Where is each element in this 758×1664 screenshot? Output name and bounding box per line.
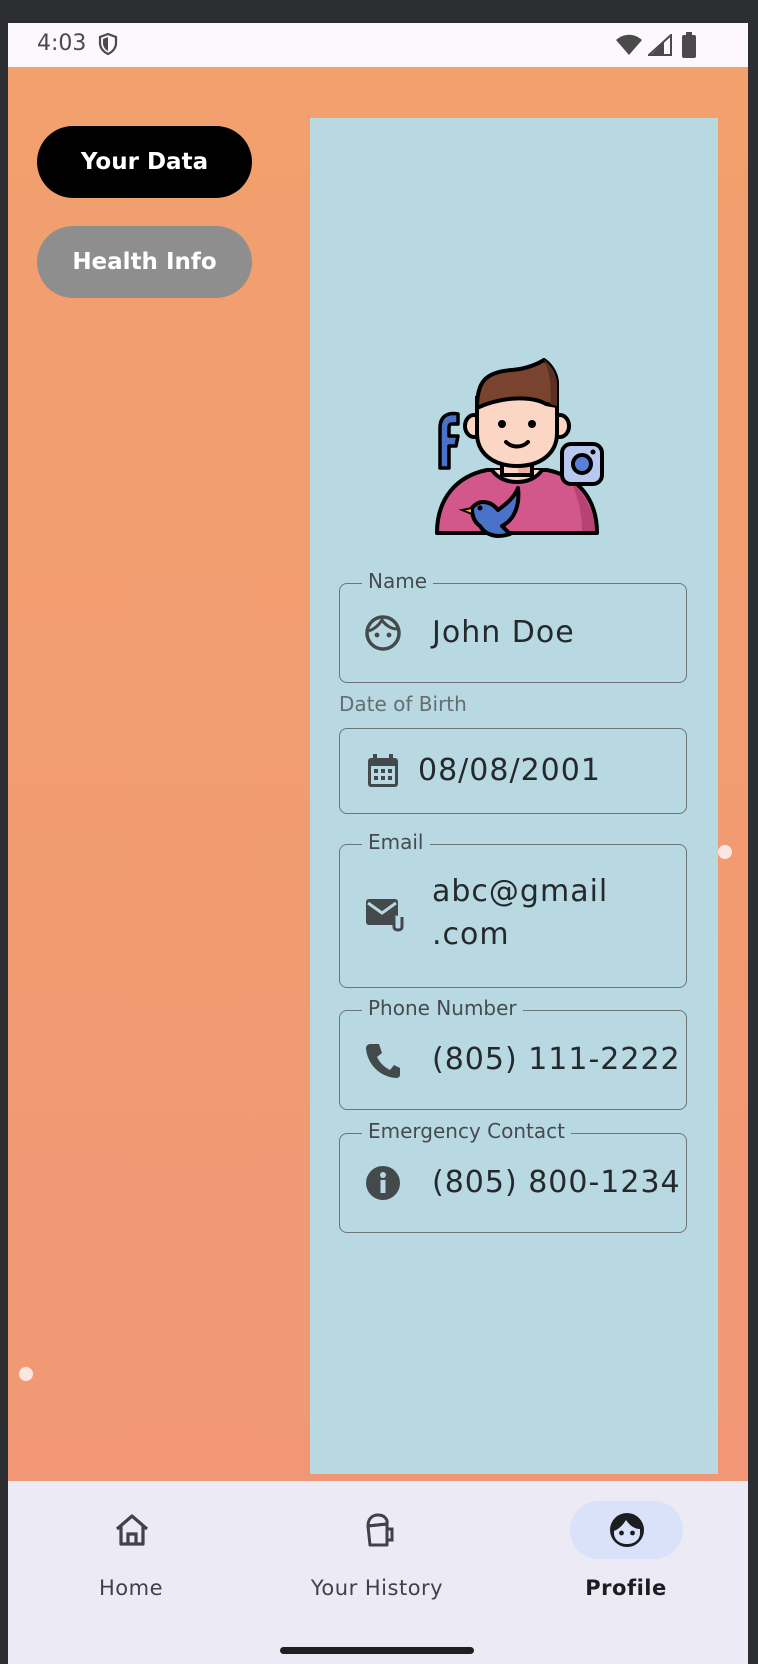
- dob-value: 08/08/2001: [418, 753, 601, 788]
- mail-attachment-icon: [366, 899, 404, 932]
- email-label: Email: [362, 830, 430, 854]
- shield-icon: [98, 32, 118, 56]
- battery-icon: [682, 32, 696, 58]
- app-screen: 4:03 Your Data Health Info Name John Doe…: [8, 23, 748, 1664]
- pager-dot: [718, 845, 732, 859]
- history-icon: [366, 1513, 394, 1547]
- info-icon: [366, 1166, 400, 1200]
- status-bar: 4:03: [8, 23, 748, 67]
- main-content: Your Data Health Info Name John Doe Date…: [8, 67, 748, 1481]
- calendar-icon: [368, 754, 398, 787]
- face-icon: [610, 1513, 644, 1547]
- emergency-contact-field[interactable]: Emergency Contact (805) 800-1234: [339, 1119, 687, 1233]
- phone-value: (805) 111-2222: [432, 1042, 681, 1077]
- status-time: 4:03: [37, 31, 87, 56]
- wifi-icon: [616, 34, 642, 55]
- dob-field[interactable]: 08/08/2001: [339, 728, 687, 814]
- pager-dot: [19, 1367, 33, 1381]
- phone-icon: [366, 1044, 400, 1078]
- gesture-home-indicator[interactable]: [280, 1647, 474, 1654]
- health-info-button[interactable]: Health Info: [37, 226, 252, 298]
- your-data-button[interactable]: Your Data: [37, 126, 252, 198]
- name-label: Name: [362, 569, 434, 593]
- email-value-line2: .com: [432, 917, 510, 952]
- nav-label-your-history: Your History: [310, 1576, 444, 1600]
- name-field[interactable]: Name John Doe: [339, 569, 687, 683]
- nav-label-home: Home: [98, 1576, 163, 1600]
- profile-card: Name John Doe Date of Birth 08/08/2001 E…: [310, 118, 718, 1474]
- email-field[interactable]: Email abc@gmail .com: [339, 830, 687, 988]
- name-value: John Doe: [432, 615, 575, 650]
- nav-item-your-history[interactable]: Your History: [287, 1501, 467, 1621]
- phone-label: Phone Number: [362, 996, 523, 1020]
- bottom-navigation: Home Your History Profile: [8, 1481, 748, 1664]
- home-icon: [115, 1514, 149, 1546]
- nav-item-profile[interactable]: Profile: [536, 1501, 716, 1621]
- dob-label: Date of Birth: [339, 692, 467, 716]
- email-value-line1: abc@gmail: [432, 874, 609, 909]
- signal-icon: [648, 34, 672, 56]
- phone-field[interactable]: Phone Number (805) 111-2222: [339, 996, 687, 1110]
- nav-item-home[interactable]: Home: [41, 1501, 221, 1621]
- profile-avatar-illustration: [435, 358, 604, 538]
- emergency-contact-value: (805) 800-1234: [432, 1165, 681, 1200]
- emergency-contact-label: Emergency Contact: [362, 1119, 571, 1143]
- nav-label-profile: Profile: [585, 1576, 667, 1600]
- face-icon: [365, 615, 401, 651]
